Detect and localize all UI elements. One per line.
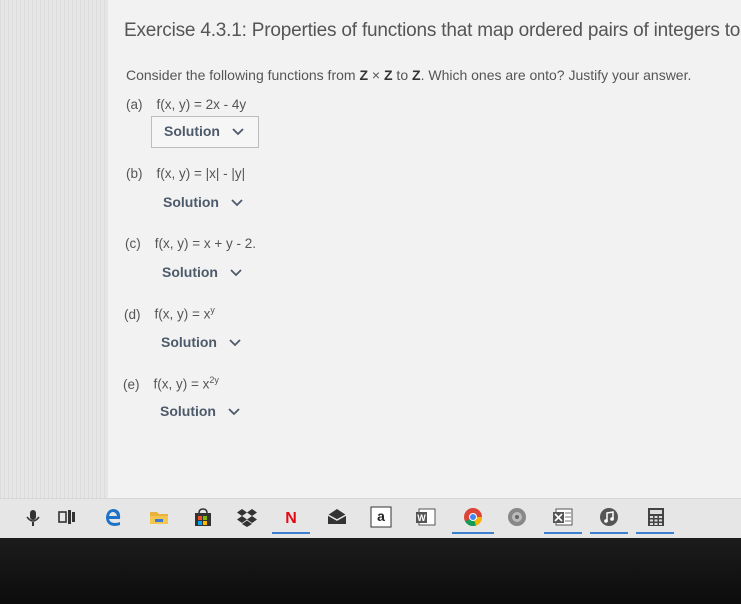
mail-icon[interactable] <box>326 506 348 528</box>
chrome-icon[interactable] <box>462 506 484 528</box>
chevron-down-icon <box>231 199 243 207</box>
photos-icon[interactable] <box>506 506 528 528</box>
word-letter: W <box>417 513 426 523</box>
part-function: f(x, y) = x <box>153 376 210 392</box>
netflix-active-indicator <box>272 532 310 534</box>
solution-label: Solution <box>162 264 218 280</box>
part-c: (c) f(x, y) = x + y - 2. <box>125 236 256 251</box>
excel-active-indicator <box>544 532 582 534</box>
part-label: (c) <box>125 236 141 251</box>
part-label: (b) <box>126 166 143 181</box>
solution-toggle-e[interactable]: Solution <box>160 403 240 419</box>
chrome-active-indicator <box>452 532 494 534</box>
word-icon[interactable]: W <box>415 506 437 528</box>
chevron-down-icon <box>230 269 242 277</box>
file-explorer-icon[interactable] <box>148 506 170 528</box>
set-z-3: Z <box>412 67 421 83</box>
solution-toggle-d[interactable]: Solution <box>161 334 241 350</box>
intro-text: Consider the following functions from <box>126 67 360 83</box>
part-d: (d) f(x, y) = xy <box>124 305 215 322</box>
solution-label: Solution <box>161 334 217 350</box>
amazon-icon[interactable]: a <box>370 506 392 528</box>
exercise-title: Exercise 4.3.1: Properties of functions … <box>124 20 741 41</box>
part-function: f(x, y) = |x| - |y| <box>156 166 246 181</box>
set-z-2: Z <box>383 67 393 83</box>
left-margin <box>0 0 108 498</box>
monitor-bezel <box>0 538 741 604</box>
solution-label: Solution <box>164 123 220 139</box>
calculator-icon[interactable] <box>645 506 667 528</box>
part-label: (a) <box>126 97 143 112</box>
part-exponent: 2y <box>209 375 219 385</box>
chevron-down-icon <box>232 128 244 136</box>
exercise-intro: Consider the following functions from Z … <box>126 67 736 83</box>
set-z-1: Z <box>359 67 369 83</box>
amazon-letter: a <box>377 508 385 524</box>
edge-icon[interactable] <box>102 506 124 528</box>
part-function: f(x, y) = x <box>154 306 211 322</box>
intro-to: to <box>392 67 413 83</box>
store-icon[interactable] <box>192 506 214 528</box>
solution-label: Solution <box>160 403 216 419</box>
solution-toggle-c[interactable]: Solution <box>162 264 242 280</box>
part-label: (d) <box>124 306 141 322</box>
netflix-letter: N <box>285 510 297 527</box>
part-function: f(x, y) = 2x - 4y <box>156 97 247 112</box>
excel-icon[interactable] <box>552 506 574 528</box>
calculator-active-indicator <box>636 532 674 534</box>
microphone-icon[interactable] <box>22 506 44 528</box>
times-symbol: × <box>368 67 384 83</box>
solution-toggle-b[interactable]: Solution <box>163 194 243 210</box>
solution-label: Solution <box>163 194 219 210</box>
part-e: (e) f(x, y) = x2y <box>123 375 219 392</box>
chevron-down-icon <box>229 339 241 347</box>
chevron-down-icon <box>228 408 240 416</box>
music-icon[interactable] <box>598 506 620 528</box>
solution-toggle-a[interactable]: Solution <box>151 116 259 148</box>
part-a: (a) f(x, y) = 2x - 4y <box>126 97 246 112</box>
task-view-icon[interactable] <box>56 506 78 528</box>
part-exponent: y <box>210 305 215 315</box>
part-b: (b) f(x, y) = |x| - |y| <box>126 166 245 181</box>
part-label: (e) <box>123 376 140 392</box>
music-active-indicator <box>590 532 628 534</box>
part-function: f(x, y) = x + y - 2. <box>154 236 257 251</box>
dropbox-icon[interactable] <box>236 506 258 528</box>
intro-question: . Which ones are onto? Justify your answ… <box>420 67 692 83</box>
netflix-icon[interactable]: N <box>280 506 302 528</box>
